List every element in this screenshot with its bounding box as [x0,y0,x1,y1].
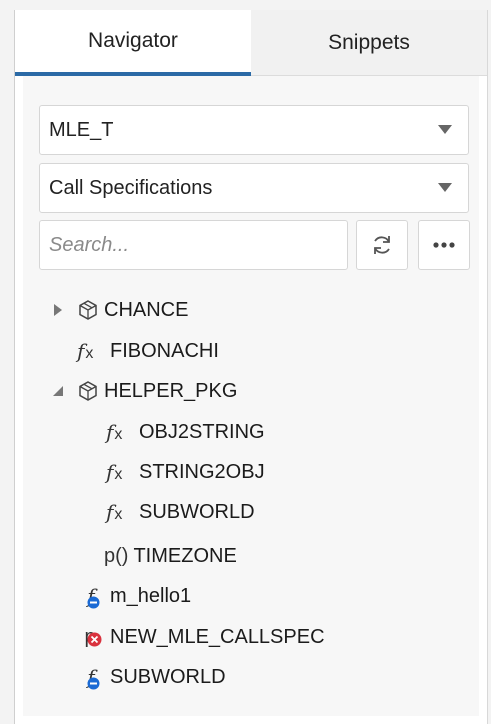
tree-node-label: OBJ2STRING [139,420,265,443]
tree-node-label: m_hello1 [110,584,192,607]
function-status-icon: f [77,584,105,609]
procedure-error-icon: p [75,626,105,649]
object-type-select-value: Call Specifications [49,176,213,199]
tree-node-timezone[interactable]: p() TIMEZONE [104,541,237,571]
tab-navigator[interactable]: Navigator [15,10,251,76]
search-input[interactable] [39,220,348,270]
tree-node-obj2string[interactable]: fx OBJ2STRING [106,417,265,447]
tree-node-label: CHANCE [104,298,189,321]
tree-node-string2obj[interactable]: fx STRING2OBJ [106,457,265,487]
package-icon [77,299,99,321]
schema-select[interactable]: MLE_T [39,105,469,155]
refresh-icon [374,236,390,254]
object-type-select[interactable]: Call Specifications [39,163,469,213]
tree-node-label: SUBWORLD [139,500,255,523]
more-options-button[interactable] [418,220,470,270]
tree-node-label: NEW_MLE_CALLSPEC [110,625,325,648]
function-status-icon: f [77,665,105,690]
function-icon: fx [106,420,123,444]
tree-node-label: FIBONACHI [110,339,219,362]
tree-node-helper-pkg[interactable]: HELPER_PKG [52,376,237,406]
package-icon [77,380,99,402]
schema-select-value: MLE_T [49,118,114,141]
navigator-content: MLE_T Call Specifications Search... CHAN… [23,76,479,716]
chevron-right-icon[interactable] [52,303,64,317]
chevron-down-icon [438,125,452,134]
chevron-expanded-icon[interactable] [52,384,64,398]
tree-node-fibonachi[interactable]: fx FIBONACHI [77,336,219,366]
chevron-down-icon [438,183,452,192]
function-icon: fx [106,500,123,524]
tab-snippets[interactable]: Snippets [251,10,487,76]
tree-node-label: HELPER_PKG [104,379,238,402]
more-icon [433,242,455,248]
tree-node-chance[interactable]: CHANCE [52,295,188,325]
tree-node-m-hello1[interactable]: f m_hello1 [77,581,191,611]
procedure-icon: p() [104,544,129,567]
refresh-button[interactable] [356,220,408,270]
function-icon: fx [77,339,94,363]
tree-node-subworld-inner[interactable]: fx SUBWORLD [106,497,255,527]
tree-node-new-mle-callspec[interactable]: p NEW_MLE_CALLSPEC [75,622,325,652]
tab-bar: Navigator Snippets [15,10,487,76]
function-icon: fx [106,460,123,484]
tree-node-label: STRING2OBJ [139,460,265,483]
tree-node-label: SUBWORLD [110,665,226,688]
tree-node-label: TIMEZONE [133,544,237,567]
tree-node-subworld[interactable]: f SUBWORLD [77,662,226,692]
navigator-panel: Navigator Snippets MLE_T Call Specificat… [14,10,488,724]
